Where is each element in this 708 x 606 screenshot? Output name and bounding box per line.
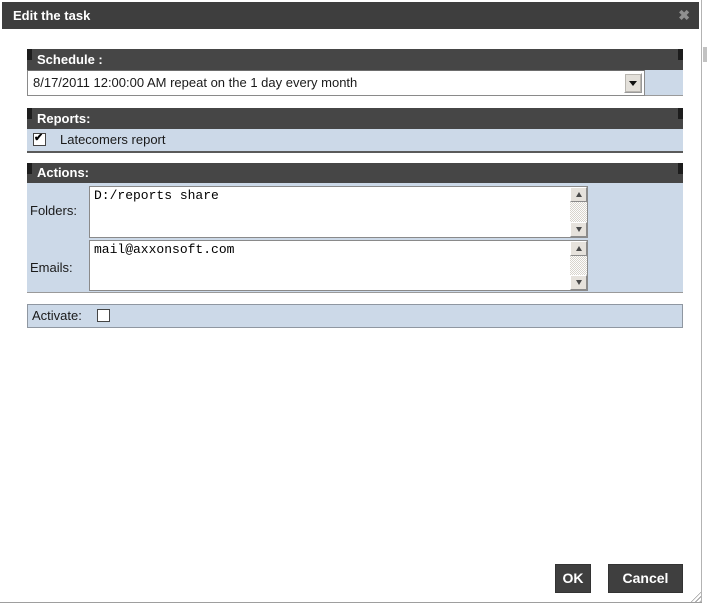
scrollbar-track[interactable] [570,202,587,222]
emails-textarea[interactable]: mail@axxonsoft.com [89,240,588,291]
checkmark-icon: ✔ [34,132,44,144]
schedule-row: 8/17/2011 12:00:00 AM repeat on the 1 da… [27,70,683,96]
activate-row: Activate: [27,304,683,328]
schedule-select[interactable]: 8/17/2011 12:00:00 AM repeat on the 1 da… [27,70,645,96]
reports-section-header: Reports: [27,108,683,129]
close-icon[interactable]: ✖ [678,2,690,29]
latecomers-checkbox[interactable]: ✔ [33,132,46,146]
reports-header-label: Reports: [37,111,91,126]
scroll-down-button[interactable] [570,275,587,290]
arrow-up-icon [575,246,582,251]
dropdown-arrow-button[interactable] [624,73,642,93]
cancel-button[interactable]: Cancel [608,564,683,593]
dialog-border [701,0,702,603]
dialog-titlebar: Edit the task ✖ [2,2,699,29]
scrollbar-track[interactable] [570,256,587,275]
chevron-down-icon [629,80,637,86]
dialog-border [0,602,702,603]
reports-row: ✔ Latecomers report [27,129,683,153]
folders-textarea[interactable]: D:/reports share [89,186,588,238]
arrow-down-icon [575,280,582,285]
dialog-title: Edit the task [13,8,91,23]
latecomers-label: Latecomers report [60,132,166,147]
ok-button[interactable]: OK [555,564,591,593]
schedule-select-value: 8/17/2011 12:00:00 AM repeat on the 1 da… [33,75,358,90]
emails-scrollbar[interactable] [570,241,587,290]
resize-grip-icon[interactable] [688,589,701,602]
actions-section-header: Actions: [27,163,683,183]
arrow-down-icon [575,227,582,232]
schedule-section-header: Schedule : [27,49,683,70]
page-scrollbar-fragment [703,47,707,62]
emails-text: mail@axxonsoft.com [94,242,235,257]
arrow-up-icon [575,192,582,197]
scroll-up-button[interactable] [570,187,587,202]
scroll-down-button[interactable] [570,222,587,237]
schedule-header-label: Schedule : [37,52,103,67]
activate-label: Activate: [32,308,82,323]
folders-scrollbar[interactable] [570,187,587,237]
actions-panel: Folders: D:/reports share Emails: mail@a… [27,183,683,293]
emails-label: Emails: [30,260,73,275]
activate-checkbox[interactable] [97,309,110,322]
folders-text: D:/reports share [94,188,219,203]
actions-header-label: Actions: [37,165,89,180]
scroll-up-button[interactable] [570,241,587,256]
folders-label: Folders: [30,203,77,218]
